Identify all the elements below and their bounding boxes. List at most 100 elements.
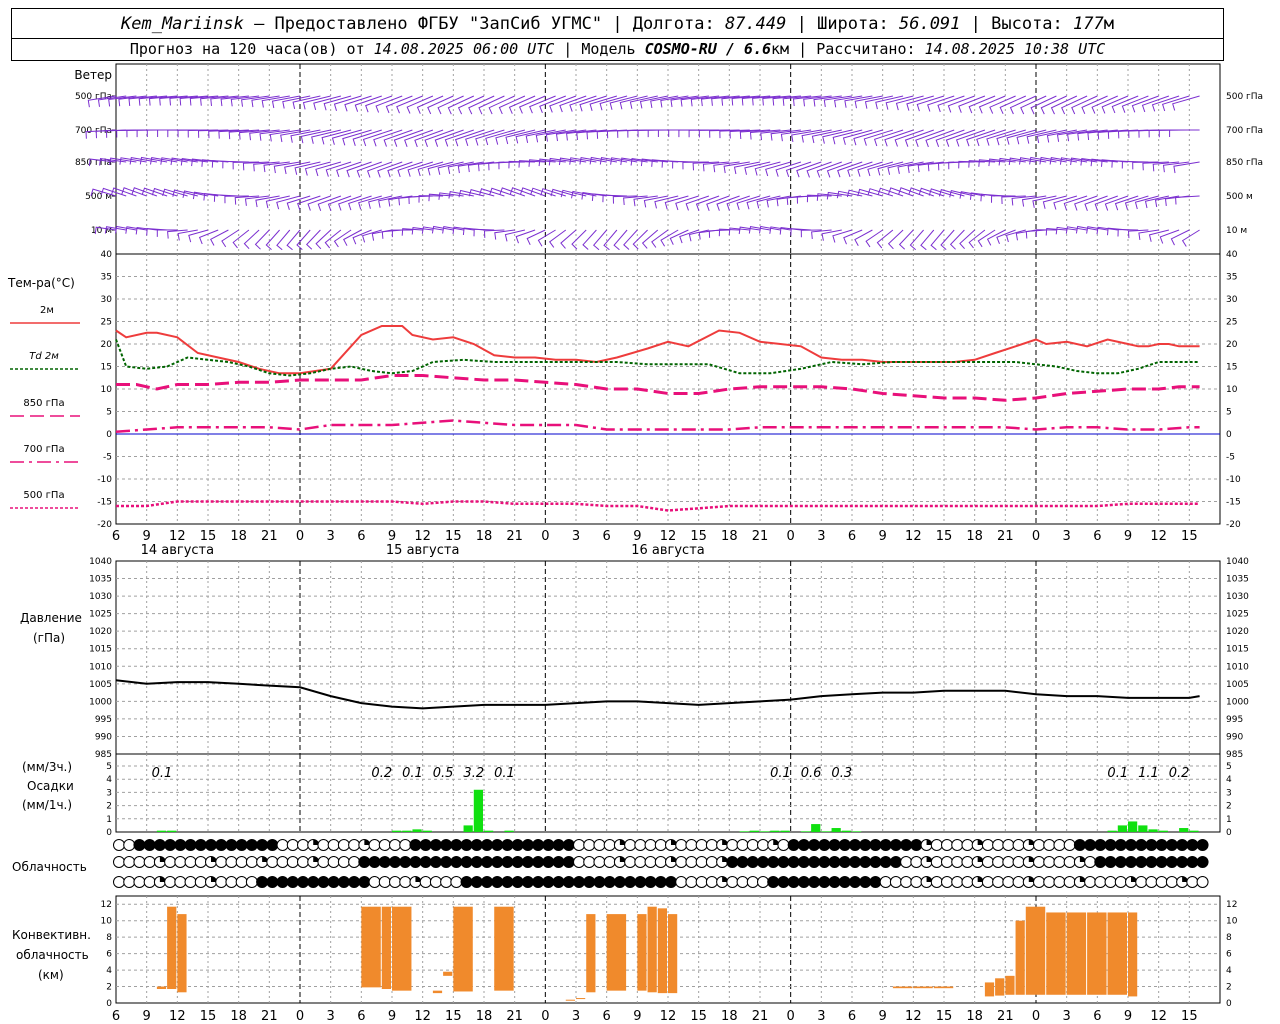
wind-barb xyxy=(146,129,178,137)
cloud-cover-symbol xyxy=(818,856,831,868)
cloud-cover-symbol xyxy=(797,839,810,851)
cloud-cover-symbol xyxy=(746,839,759,851)
cloud-cover-symbol xyxy=(389,876,401,888)
wind-barb xyxy=(505,129,536,145)
cloud-cover-symbol xyxy=(1104,876,1117,888)
cloud-cover-symbol xyxy=(869,876,882,888)
cloud-cover-symbol xyxy=(266,876,279,888)
cloud-cover-symbol xyxy=(153,839,166,851)
day-label: 14 августа xyxy=(141,543,215,558)
cloud-cover-symbol xyxy=(1165,876,1178,888)
cloud-cover-symbol xyxy=(1155,876,1168,888)
time-axis-hour-label-bottom: 15 xyxy=(936,1009,953,1024)
cloud-cover-symbol xyxy=(685,839,698,851)
cloud-cover-symbol xyxy=(194,856,207,868)
conv-bar xyxy=(443,971,453,976)
precip-bar xyxy=(760,831,770,832)
cloud-cover-symbol xyxy=(624,876,637,888)
cloud-cover-symbol xyxy=(297,839,309,851)
cloud-cover-symbol xyxy=(1002,839,1015,851)
temp-ytick-right: 25 xyxy=(1226,318,1237,328)
precip-bar xyxy=(422,830,432,832)
meteogram: Ветер Тем-ра(°С) Давление (гПа) (мм/3ч.)… xyxy=(7,63,1263,1024)
cloud-cover-symbol xyxy=(491,839,504,851)
pressure-ytick-left: 1030 xyxy=(89,592,112,602)
cloud-cover-symbol xyxy=(164,876,177,888)
wind-barb xyxy=(1127,229,1149,239)
cloud-cover-symbol xyxy=(961,876,974,888)
cloud-cover-symbol xyxy=(869,839,882,851)
t850-line xyxy=(116,374,1200,402)
precip-annotation: 0.2 xyxy=(371,766,392,781)
conv-bar xyxy=(637,914,647,991)
wind-barb xyxy=(996,129,1026,146)
cloud-cover-symbol xyxy=(1176,839,1189,851)
pressure-ytick-left: 1020 xyxy=(89,627,112,637)
cloud-cover-symbol xyxy=(440,876,453,888)
cloud-cover-symbol xyxy=(573,876,585,888)
precip-bar xyxy=(473,789,483,832)
day-label: 15 августа xyxy=(386,543,460,558)
pressure-ytick-right: 990 xyxy=(1226,732,1243,742)
temp-ytick-left: 35 xyxy=(101,273,112,283)
cloud-cover-symbol xyxy=(757,856,769,868)
wind-barb xyxy=(637,129,669,138)
cloud-cover-symbol xyxy=(849,856,861,868)
wind-barb xyxy=(857,161,883,177)
precip-bar xyxy=(402,830,412,832)
cloud-cover-symbol xyxy=(900,876,913,888)
cloud-cover-symbol xyxy=(1043,876,1056,888)
precip-bar xyxy=(749,830,759,832)
wind-barb xyxy=(832,229,853,243)
cloud-cover-symbol xyxy=(542,876,555,888)
conv-ytick-right: 10 xyxy=(1226,917,1238,927)
conv-ytick-right: 2 xyxy=(1226,983,1232,993)
cloud-cover-symbol xyxy=(1063,876,1076,888)
wind-barb xyxy=(1016,129,1047,145)
cloud-cover-symbol xyxy=(736,856,749,868)
wind-barb xyxy=(937,161,965,171)
cloud-cover-symbol xyxy=(1165,839,1178,851)
temp-title: Тем-ра(°С) xyxy=(7,276,75,290)
cloud-cover-symbol xyxy=(225,839,238,851)
conv-ytick-left: 10 xyxy=(101,917,113,927)
precip-ytick-left: 4 xyxy=(106,775,112,785)
pressure-ytick-left: 995 xyxy=(95,715,112,725)
time-axis-hour-label-bottom: 21 xyxy=(506,1009,523,1024)
cloud-cover-symbol xyxy=(470,839,483,851)
cloud-cover-symbol xyxy=(521,839,534,851)
pressure-line xyxy=(115,679,1200,710)
cloud-cover-symbol xyxy=(511,856,524,868)
time-axis-hour-label-bottom: 6 xyxy=(848,1009,856,1024)
wind-barb xyxy=(1046,129,1077,143)
cloud-cover-symbol xyxy=(797,856,810,868)
cloud-cover-symbol xyxy=(746,856,759,868)
time-axis-hour-label-bottom: 12 xyxy=(414,1009,431,1024)
precip-annotation: 3.2 xyxy=(463,766,484,781)
time-axis-hour-label-bottom: 21 xyxy=(997,1009,1014,1024)
precip-ytick-right: 3 xyxy=(1226,788,1232,798)
precip-bar xyxy=(1148,829,1158,832)
cloud-cover-symbol xyxy=(879,876,892,888)
pressure-ytick-right: 1020 xyxy=(1226,627,1249,637)
cloud-title: Облачность xyxy=(12,860,87,874)
conv-bar xyxy=(494,906,514,991)
cloud-cover-symbol xyxy=(501,856,514,868)
wind-barb xyxy=(1029,156,1057,165)
cloud-cover-symbol xyxy=(511,839,524,851)
wind-barb xyxy=(447,161,474,174)
pressure-ytick-right: 1015 xyxy=(1226,645,1249,655)
temp-ytick-right: 10 xyxy=(1226,385,1238,395)
wind-barb xyxy=(1020,95,1047,115)
cloud-cover-symbol xyxy=(399,839,412,851)
time-axis-hour-label-bottom: 18 xyxy=(966,1009,983,1024)
wind-barb xyxy=(177,229,198,241)
cloud-cover-symbol xyxy=(1094,839,1107,851)
time-axis-hour-label: 9 xyxy=(1124,529,1132,544)
time-axis-hour-label: 0 xyxy=(541,529,549,544)
cloud-cover-symbol xyxy=(215,839,228,851)
conv-bar xyxy=(913,986,933,989)
cloud-cover-symbol xyxy=(695,856,708,868)
time-axis-hour-label-bottom: 0 xyxy=(541,1009,549,1024)
cloud-cover-symbol xyxy=(746,876,759,888)
